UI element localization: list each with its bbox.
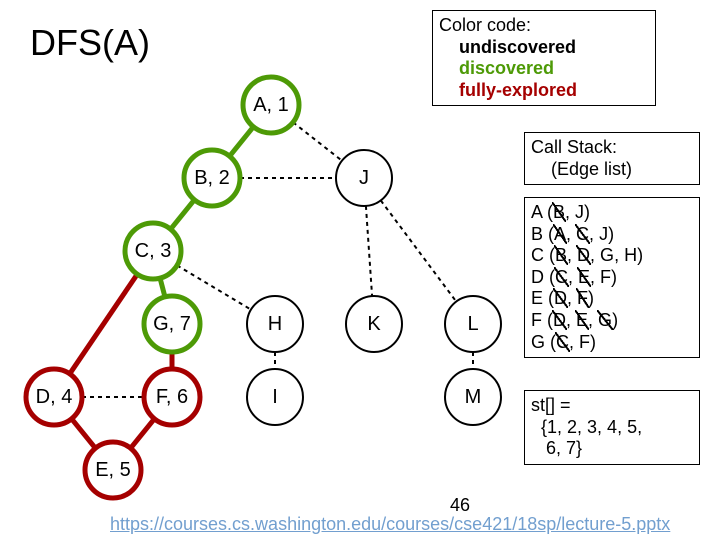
node-label-C: C, 3 (135, 240, 172, 262)
color-code-legend: Color code: undiscovered discovered full… (432, 10, 656, 106)
node-label-M: M (465, 386, 482, 408)
footer-link[interactable]: https://courses.cs.washington.edu/course… (110, 514, 670, 535)
call-stack-row: C (B, D, G, H) (531, 245, 693, 267)
node-label-G: G, 7 (153, 313, 191, 335)
node-label-B: B, 2 (194, 167, 230, 189)
edge-J-K (366, 206, 372, 296)
legend-undiscovered-label: undiscovered (459, 37, 576, 57)
call-stack-heading: Call Stack: (531, 137, 617, 157)
edge-C-G (160, 278, 165, 297)
slide-number: 46 (450, 495, 470, 516)
call-stack-row: E (D, F) (531, 288, 693, 310)
edge-C-D (70, 274, 138, 374)
node-label-A: A, 1 (253, 94, 289, 116)
call-stack-subheading: (Edge list) (551, 159, 693, 181)
call-stack-row: G (C, F) (531, 332, 693, 354)
st-array-box: st[] = {1, 2, 3, 4, 5, 6, 7} (524, 390, 700, 465)
edge-A-J (293, 122, 342, 160)
call-stack-row: F (D, E, G) (531, 310, 693, 332)
node-label-H: H (268, 313, 282, 335)
edge-F-E (131, 419, 155, 448)
edge-B-C (171, 200, 195, 229)
legend-fully-explored-label: fully-explored (459, 80, 577, 100)
call-stack-row: B (A, C, J) (531, 224, 693, 246)
legend-heading: Color code: (439, 15, 531, 35)
legend-discovered-label: discovered (459, 58, 554, 78)
page-title: DFS(A) (30, 22, 150, 64)
call-stack-row: D (C, E, F) (531, 267, 693, 289)
node-label-F: F, 6 (156, 386, 188, 408)
edge-A-B (230, 127, 254, 156)
node-label-L: L (467, 313, 478, 335)
call-stack-header: Call Stack: (Edge list) (524, 132, 700, 185)
node-label-E: E, 5 (95, 459, 131, 481)
node-label-K: K (367, 313, 381, 335)
call-stack-body: A (B, J)B (A, C, J)C (B, D, G, H)D (C, E… (524, 197, 700, 358)
edge-D-E (72, 419, 96, 448)
node-label-J: J (359, 167, 369, 189)
node-label-I: I (272, 386, 278, 408)
call-stack-row: A (B, J) (531, 202, 693, 224)
node-label-D: D, 4 (36, 386, 73, 408)
edge-J-L (381, 200, 456, 301)
